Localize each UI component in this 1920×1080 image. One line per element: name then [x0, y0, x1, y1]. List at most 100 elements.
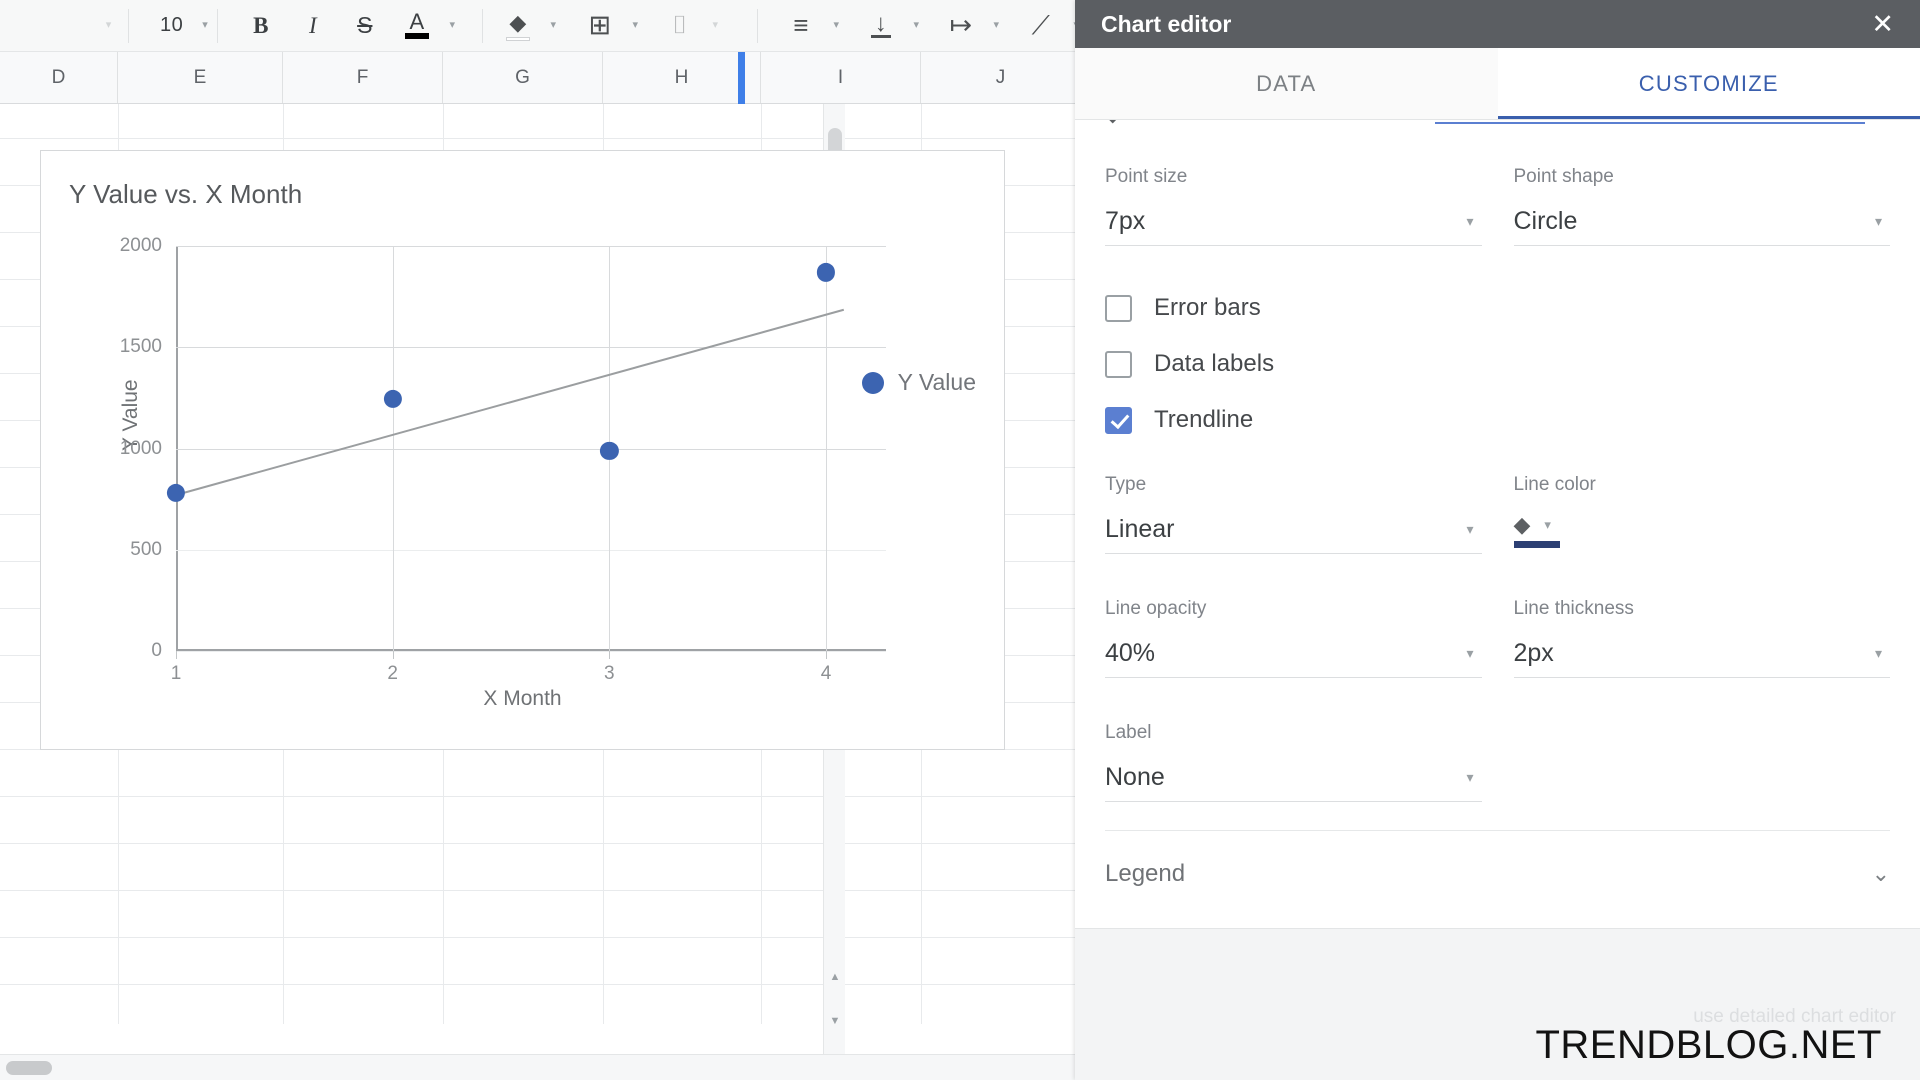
column-header-g[interactable]: G [443, 52, 603, 103]
chart-options-checkboxes: Error bars Data labels Trendline [1075, 246, 1920, 448]
x-axis-tick-label: 2 [387, 663, 398, 684]
column-header-i[interactable]: I [761, 52, 921, 103]
y-axis-tick-label: 2000 [119, 235, 162, 256]
chart-editor-title: Chart editor [1101, 10, 1232, 37]
font-size-dropdown[interactable]: 10 ▾ [133, 7, 213, 45]
legend-section-label: Legend [1105, 860, 1186, 887]
text-rotation-button[interactable]: ⟋ [1024, 7, 1058, 45]
borders-button[interactable]: ⊞ [583, 7, 617, 45]
trendline-type-select[interactable]: Linear ▾ [1105, 506, 1482, 554]
point-shape-label: Point shape [1513, 166, 1614, 187]
tab-data[interactable]: DATA [1075, 48, 1498, 119]
vertical-align-icon: ↓ [874, 9, 887, 37]
column-header-label: G [515, 66, 530, 88]
horizontal-align-dropdown[interactable]: ▾ [818, 7, 852, 45]
font-size-value: 10 [160, 14, 184, 36]
text-color-icon: A [409, 9, 425, 34]
bold-button[interactable]: B [244, 7, 278, 45]
font-family-dropdown[interactable]: ▾ [90, 7, 124, 45]
x-axis-tick-mark [392, 651, 394, 659]
trendline-label-select[interactable]: None ▾ [1105, 754, 1482, 802]
chart-data-point[interactable] [166, 483, 186, 503]
chevron-down-icon: ▾ [1874, 645, 1882, 661]
y-gridline [176, 246, 886, 247]
chevron-down-icon: ▾ [1874, 213, 1882, 229]
borders-dropdown[interactable]: ▾ [617, 7, 651, 45]
tab-customize[interactable]: CUSTOMIZE [1497, 48, 1920, 119]
trendline [175, 308, 845, 497]
chart-data-point[interactable] [600, 441, 619, 460]
checkbox-trendline-box[interactable] [1105, 406, 1132, 434]
horizontal-scrollbar-thumb[interactable] [6, 1061, 52, 1075]
trendline-type-field: Type Linear ▾ [1105, 474, 1482, 554]
scroll-down-arrow[interactable]: ▼ [824, 1010, 846, 1032]
tab-data-label: DATA [1256, 70, 1317, 96]
x-axis-tick-label: 3 [604, 663, 615, 684]
checkbox-error-bars-box[interactable] [1105, 294, 1132, 322]
clipped-color-picker[interactable]: ◆ [1105, 120, 1225, 154]
merge-cells-dropdown[interactable]: ▾ [697, 7, 731, 45]
checkbox-error-bars[interactable]: Error bars [1105, 280, 1890, 336]
y-gridline [176, 448, 886, 450]
line-color-picker[interactable]: ◆ ▾ [1513, 506, 1891, 548]
toolbar-divider [128, 8, 129, 43]
chevron-down-icon: ▾ [1466, 645, 1474, 661]
vertical-align-dropdown[interactable]: ▾ [898, 7, 932, 45]
trendline-type-row: Type Linear ▾ Line color ◆ ▾ [1075, 474, 1920, 554]
point-shape-select[interactable]: Circle ▾ [1513, 198, 1890, 246]
clipped-field-underline [1435, 120, 1865, 124]
chart-data-point[interactable] [383, 389, 402, 408]
line-opacity-label: Line opacity [1105, 598, 1207, 619]
line-thickness-select[interactable]: 2px ▾ [1513, 630, 1890, 678]
trendline-label-spacer [1514, 722, 1891, 802]
fill-color-button[interactable]: ◆ [501, 7, 535, 45]
fill-color-dropdown[interactable]: ▾ [535, 7, 569, 45]
chart-legend[interactable]: Y Value [861, 369, 976, 396]
strikethrough-icon: S [357, 12, 373, 38]
screen: ▾ 10 ▾ B I S A ▾ ◆ ▾ ⊞ ▾ ⌷ ▾ ≡ ▾ ↓ ▾ ↦ ▾… [0, 0, 1920, 1080]
chevron-down-icon: ▾ [833, 19, 840, 31]
point-shape-field: Point shape Circle ▾ [1513, 166, 1890, 246]
horizontal-align-button[interactable]: ≡ [784, 7, 818, 45]
legend-section[interactable]: Legend ⌄ [1075, 831, 1920, 917]
chart-data-point[interactable] [816, 263, 836, 282]
chevron-down-icon: ▾ [632, 19, 639, 31]
x-axis-tick-mark [176, 651, 177, 659]
text-wrapping-dropdown[interactable]: ▾ [978, 7, 1012, 45]
merge-cells-button[interactable]: ⌷ [663, 7, 697, 45]
line-color-label: Line color [1513, 474, 1596, 495]
line-opacity-value: 40% [1105, 639, 1156, 667]
text-color-button[interactable]: A [400, 7, 434, 45]
x-axis-tick-label: 4 [820, 663, 832, 684]
column-header-j[interactable]: J [921, 52, 1081, 103]
italic-button[interactable]: I [296, 7, 330, 45]
text-wrapping-button[interactable]: ↦ [944, 7, 978, 45]
x-axis-tick-label: 1 [170, 663, 182, 684]
column-resize-indicator[interactable] [738, 52, 745, 104]
checkbox-data-labels[interactable]: Data labels [1105, 336, 1890, 392]
line-opacity-field: Line opacity 40% ▾ [1105, 598, 1482, 678]
x-gridline [826, 246, 827, 651]
checkbox-trendline[interactable]: Trendline [1105, 392, 1890, 448]
point-size-label: Point size [1105, 166, 1188, 187]
scroll-up-arrow[interactable]: ▲ [824, 966, 846, 988]
strikethrough-button[interactable]: S [348, 7, 382, 45]
column-header-d[interactable]: D [0, 52, 118, 103]
line-color-picker-inner: ◆ ▾ [1514, 512, 1551, 538]
column-header-f[interactable]: F [283, 52, 443, 103]
chevron-down-icon: ▾ [1466, 521, 1474, 537]
line-opacity-select[interactable]: 40% ▾ [1105, 630, 1482, 678]
text-color-dropdown[interactable]: ▾ [434, 7, 468, 45]
column-header-e[interactable]: E [118, 52, 283, 103]
vertical-align-baseline [870, 34, 891, 38]
text-rotation-icon: ⟋ [1031, 9, 1050, 40]
vertical-align-button[interactable]: ↓ [864, 7, 898, 45]
chart-object[interactable]: Y Value vs. X Month Y Value X Month 0 500… [40, 150, 1005, 750]
checkbox-data-labels-box[interactable] [1105, 350, 1132, 378]
trendline-label-label: Label [1105, 722, 1152, 743]
point-shape-value: Circle [1513, 207, 1578, 235]
point-size-select[interactable]: 7px ▾ [1105, 198, 1482, 246]
close-icon[interactable]: ✕ [1871, 10, 1894, 38]
legend-marker-icon [861, 371, 884, 394]
chevron-down-icon: ▾ [1544, 517, 1551, 532]
